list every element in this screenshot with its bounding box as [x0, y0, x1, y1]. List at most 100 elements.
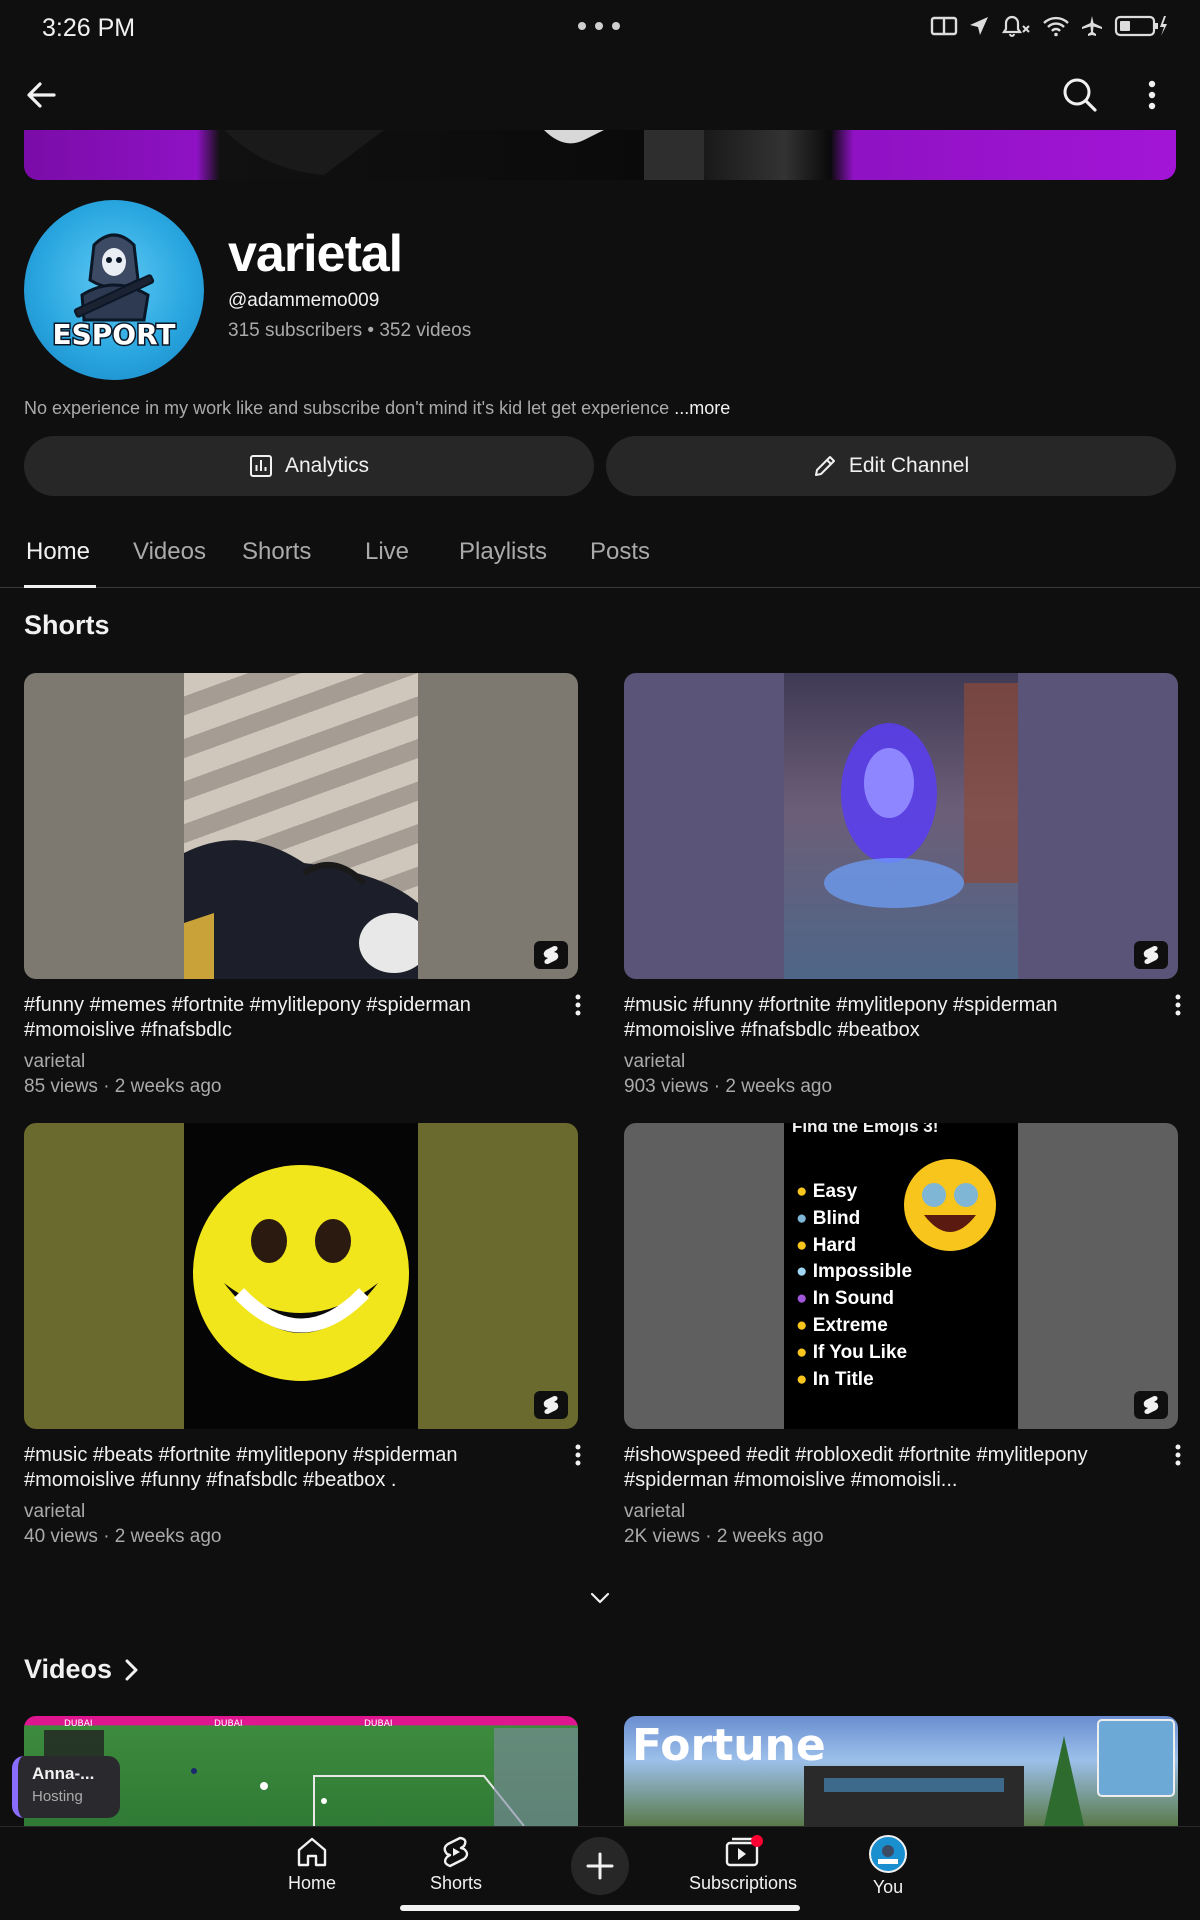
- emoji-list-item: ● Extreme: [796, 1314, 888, 1336]
- analytics-label: Analytics: [284, 454, 370, 477]
- short-card[interactable]: Find the Emojis 3! ● Easy ● Blind ● Hard…: [624, 1123, 1181, 1547]
- short-thumbnail[interactable]: Find the Emojis 3! ● Easy ● Blind ● Hard…: [624, 1123, 1178, 1429]
- video-thumbnail[interactable]: Fortune: [624, 1716, 1178, 1826]
- short-meta: 85 views · 2 weeks ago: [24, 1076, 222, 1097]
- shorts-badge-icon: [1134, 1391, 1168, 1419]
- home-indicator: [400, 1905, 800, 1911]
- more-options-button[interactable]: [1132, 75, 1172, 115]
- channel-stats: 315 subscribers • 352 videos: [228, 320, 472, 341]
- shorts-section-title: Shorts: [24, 610, 110, 640]
- emoji-list-item: ● Impossible: [796, 1261, 913, 1283]
- tab-shorts[interactable]: Shorts: [242, 538, 311, 566]
- nav-you[interactable]: You: [818, 1835, 958, 1898]
- expand-shorts-button[interactable]: [586, 1584, 614, 1612]
- short-more-button[interactable]: [566, 991, 590, 1019]
- channel-name: varietal: [228, 225, 403, 283]
- short-channel-name: varietal: [24, 1501, 86, 1522]
- videos-section-title: Videos: [24, 1654, 113, 1684]
- short-more-button[interactable]: [1166, 991, 1190, 1019]
- emoji-heading: Find the Emojis 3!: [792, 1123, 939, 1136]
- chevron-right-icon: [125, 1659, 138, 1680]
- nav-shorts-label: Shorts: [429, 1873, 483, 1893]
- tab-posts[interactable]: Posts: [590, 538, 650, 566]
- svg-text:Fortune: Fortune: [632, 1720, 826, 1771]
- kebab-menu-icon: [1148, 80, 1156, 110]
- tab-live[interactable]: Live: [365, 538, 409, 566]
- short-title[interactable]: #ishowspeed #edit #robloxedit #fortnite …: [624, 1443, 1139, 1493]
- home-icon: [297, 1837, 327, 1867]
- short-channel-name: varietal: [624, 1051, 686, 1072]
- live-hosting-pill[interactable]: Anna-... Hosting: [12, 1756, 120, 1818]
- nav-shorts[interactable]: Shorts: [386, 1835, 526, 1894]
- live-host-name: Anna-...: [32, 1764, 95, 1783]
- nav-subscriptions[interactable]: Subscriptions: [673, 1835, 813, 1894]
- analytics-button[interactable]: Analytics: [24, 436, 594, 496]
- tab-videos[interactable]: Videos: [133, 538, 206, 566]
- chevron-down-icon: [590, 1592, 610, 1604]
- svg-text:DUBAI: DUBAI: [64, 1719, 93, 1729]
- shorts-badge-icon: [534, 1391, 568, 1419]
- tab-home[interactable]: Home: [26, 538, 90, 566]
- short-thumbnail[interactable]: [24, 1123, 578, 1429]
- location-icon: [970, 17, 988, 35]
- reader-icon: [930, 16, 958, 36]
- emoji-list-item: ● In Title: [796, 1368, 874, 1390]
- nav-home-label: Home: [287, 1873, 336, 1893]
- pencil-icon: [814, 456, 835, 476]
- analytics-icon: [249, 455, 272, 477]
- search-button[interactable]: [1060, 75, 1100, 115]
- you-avatar-icon: [869, 1835, 907, 1873]
- shorts-badge-icon: [534, 941, 568, 969]
- short-meta: 903 views · 2 weeks ago: [624, 1076, 833, 1097]
- emoji-list-item: ● Easy: [796, 1181, 858, 1202]
- kebab-menu-icon: [1175, 1444, 1181, 1466]
- channel-description[interactable]: No experience in my work like and subscr…: [24, 398, 730, 419]
- short-meta: 40 views · 2 weeks ago: [24, 1526, 222, 1547]
- description-more-link[interactable]: ...more: [674, 398, 730, 418]
- channel-avatar[interactable]: ESPORT: [24, 200, 204, 380]
- channel-handle: @adammemo009: [228, 290, 380, 311]
- short-more-button[interactable]: [1166, 1441, 1190, 1469]
- live-host-status: Hosting: [32, 1788, 83, 1805]
- short-more-button[interactable]: [566, 1441, 590, 1469]
- tab-playlists[interactable]: Playlists: [459, 538, 547, 566]
- short-title[interactable]: #music #beats #fortnite #mylitlepony #sp…: [24, 1443, 539, 1493]
- bottom-navigation: Home Shorts Subscriptions You: [0, 1826, 1200, 1920]
- create-button[interactable]: [571, 1837, 629, 1895]
- short-channel-name: varietal: [624, 1501, 686, 1522]
- status-icons: [930, 14, 1168, 38]
- airplane-mode-icon: [1082, 16, 1102, 36]
- active-tab-indicator: [24, 585, 96, 588]
- short-meta: 2K views · 2 weeks ago: [624, 1526, 824, 1547]
- kebab-menu-icon: [575, 1444, 581, 1466]
- edit-channel-label: Edit Channel: [848, 454, 970, 477]
- short-title[interactable]: #music #funny #fortnite #mylitlepony #sp…: [624, 993, 1139, 1043]
- status-bar: 3:26 PM: [0, 0, 1200, 60]
- short-thumbnail[interactable]: [24, 673, 578, 979]
- battery-charging-icon: [1114, 15, 1167, 37]
- wifi-icon: [1043, 16, 1069, 37]
- back-arrow-icon: [27, 82, 56, 108]
- short-card[interactable]: #music #beats #fortnite #mylitlepony #sp…: [24, 1123, 581, 1547]
- nav-home[interactable]: Home: [242, 1835, 382, 1894]
- kebab-menu-icon: [1175, 994, 1181, 1016]
- shorts-icon: [443, 1836, 469, 1868]
- short-title[interactable]: #funny #memes #fortnite #mylitlepony #sp…: [24, 993, 539, 1043]
- emoji-list-item: ● In Sound: [796, 1288, 895, 1310]
- videos-section-header[interactable]: Videos: [24, 1654, 140, 1685]
- short-card[interactable]: #music #funny #fortnite #mylitlepony #sp…: [624, 673, 1181, 1097]
- svg-text:DUBAI: DUBAI: [214, 1719, 243, 1729]
- bell-muted-icon: [1001, 15, 1030, 37]
- short-thumbnail[interactable]: [624, 673, 1178, 979]
- subscriptions-icon: [725, 1835, 763, 1867]
- plus-icon: [586, 1852, 614, 1880]
- edit-channel-button[interactable]: Edit Channel: [606, 436, 1176, 496]
- emoji-list-item: ● Blind: [796, 1207, 861, 1229]
- short-card[interactable]: #funny #memes #fortnite #mylitlepony #sp…: [24, 673, 581, 1097]
- search-icon: [1063, 78, 1097, 112]
- status-time: 3:26 PM: [42, 14, 136, 42]
- status-dots-icon: [578, 22, 620, 30]
- app-bar: [0, 60, 1200, 130]
- channel-banner: [24, 130, 1176, 180]
- back-button[interactable]: [22, 75, 62, 115]
